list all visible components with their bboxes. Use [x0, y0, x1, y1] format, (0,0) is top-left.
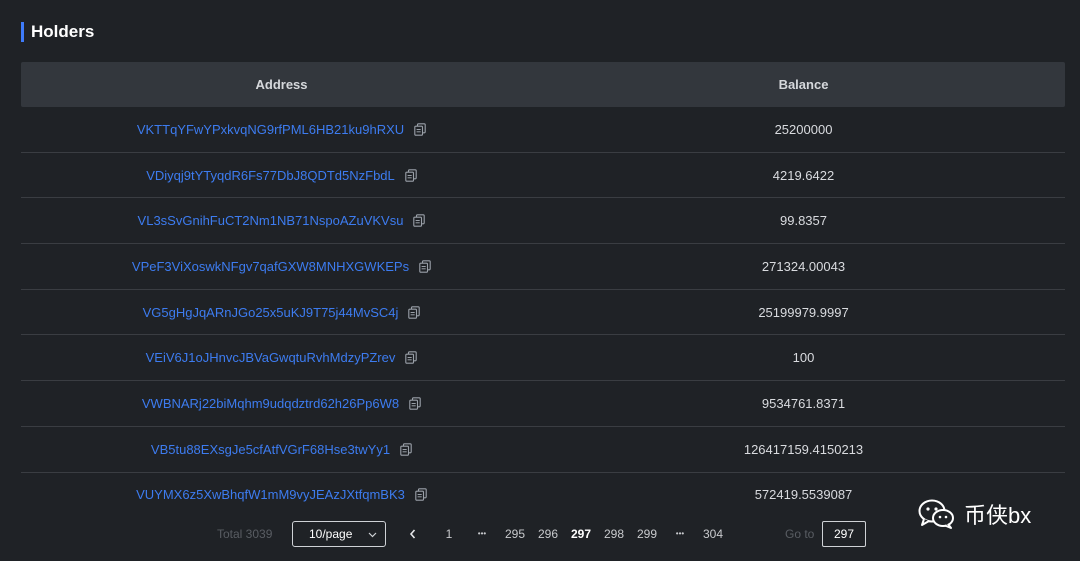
copy-icon[interactable]	[408, 305, 421, 319]
balance-cell: 25200000	[774, 121, 833, 137]
table-row: VEiV6J1oJHnvcJBVaGwqtuRvhMdzyPZrev 100	[21, 335, 1065, 382]
copy-icon[interactable]	[414, 123, 426, 136]
watermark-text: 币侠bx	[964, 503, 1032, 528]
address-cell: VWBNARj22biMqhm9udqdztrd62h26Pp6W8	[21, 396, 542, 411]
page-number-304[interactable]: 304	[698, 521, 728, 547]
address-cell: VUYMX6z5XwBhqfW1mM9vyJEAzJXtfqmBK3	[21, 487, 542, 502]
balance-cell: 100	[792, 350, 815, 366]
prev-page-button[interactable]	[407, 521, 419, 547]
table-row: VPeF3ViXoswkNFgv7qafGXW8MNHXGWKEPs 271324…	[21, 244, 1065, 290]
address-cell: VEiV6J1oJHnvcJBVaGwqtuRvhMdzyPZrev	[21, 350, 542, 365]
address-link[interactable]: VWBNARj22biMqhm9udqdztrd62h26Pp6W8	[142, 396, 399, 411]
wechat-icon	[918, 499, 954, 529]
copy-icon[interactable]	[400, 442, 412, 456]
address-link[interactable]: VDiyqj9tYTyqdR6Fs77DbJ8QDTd5NzFbdL	[146, 168, 395, 183]
page-size-value: 10/page	[309, 527, 353, 541]
address-cell: VKTTqYFwYPxkvqNG9rfPML6HB21ku9hRXU	[21, 122, 542, 137]
copy-icon[interactable]	[415, 488, 427, 502]
address-cell: VG5gHgJqARnJGo25x5uKJ9T75j44MvSC4j	[21, 305, 542, 320]
address-cell: VDiyqj9tYTyqdR6Fs77DbJ8QDTd5NzFbdL	[21, 168, 542, 183]
page-ellipsis[interactable]: •••	[467, 521, 497, 547]
page-number-295[interactable]: 295	[500, 521, 530, 547]
table-header: Address Balance	[21, 62, 1065, 107]
table-row: VWBNARj22biMqhm9udqdztrd62h26Pp6W8 953476…	[21, 381, 1065, 427]
copy-icon[interactable]	[409, 397, 421, 410]
table-row: VL3sSvGnihFuCT2Nm1NB71NspoAZuVKVsu 99.835…	[21, 198, 1065, 245]
balance-cell: 4219.6422	[772, 167, 835, 183]
balance-cell: 271324.00043	[761, 258, 846, 274]
table-row: VDiyqj9tYTyqdR6Fs77DbJ8QDTd5NzFbdL 4219.6…	[21, 153, 1065, 199]
section-title-text: Holders	[31, 22, 95, 41]
address-link[interactable]: VB5tu88EXsgJe5cfAtfVGrF68Hse3twYy1	[151, 442, 390, 457]
balance-cell: 126417159.4150213	[743, 441, 864, 457]
table-row: VG5gHgJqARnJGo25x5uKJ9T75j44MvSC4j 251999…	[21, 290, 1065, 336]
total-count: Total 3039	[217, 527, 273, 541]
holders-table: Address Balance VKTTqYFwYPxkvqNG9rfPML6H…	[21, 62, 1065, 517]
section-title: Holders	[21, 22, 94, 42]
balance-cell: 9534761.8371	[761, 395, 846, 411]
watermark: 币侠bx	[918, 497, 1031, 531]
address-cell: VB5tu88EXsgJe5cfAtfVGrF68Hse3twYy1	[21, 442, 542, 457]
table-body: VKTTqYFwYPxkvqNG9rfPML6HB21ku9hRXU 252000…	[21, 107, 1065, 517]
page-number-296[interactable]: 296	[533, 521, 563, 547]
address-link[interactable]: VUYMX6z5XwBhqfW1mM9vyJEAzJXtfqmBK3	[136, 487, 405, 502]
chevron-left-icon	[409, 529, 416, 539]
goto-page-input[interactable]	[822, 521, 866, 547]
address-link[interactable]: VEiV6J1oJHnvcJBVaGwqtuRvhMdzyPZrev	[146, 350, 396, 365]
address-link[interactable]: VKTTqYFwYPxkvqNG9rfPML6HB21ku9hRXU	[137, 122, 404, 137]
page-ellipsis[interactable]: •••	[665, 521, 695, 547]
page-number-297[interactable]: 297	[566, 521, 596, 547]
copy-icon[interactable]	[405, 168, 417, 182]
goto-label: Go to	[785, 527, 815, 541]
table-row: VB5tu88EXsgJe5cfAtfVGrF68Hse3twYy1 126417…	[21, 427, 1065, 473]
chevron-down-icon	[368, 522, 377, 556]
balance-cell: 25199979.9997	[758, 304, 849, 320]
page-number-1[interactable]: 1	[434, 521, 464, 547]
copy-icon[interactable]	[405, 351, 418, 365]
column-header-balance: Balance	[778, 77, 829, 92]
address-link[interactable]: VL3sSvGnihFuCT2Nm1NB71NspoAZuVKVsu	[138, 213, 404, 228]
address-link[interactable]: VPeF3ViXoswkNFgv7qafGXW8MNHXGWKEPs	[132, 259, 409, 274]
copy-icon[interactable]	[419, 260, 431, 273]
address-cell: VPeF3ViXoswkNFgv7qafGXW8MNHXGWKEPs	[21, 259, 542, 274]
address-cell: VL3sSvGnihFuCT2Nm1NB71NspoAZuVKVsu	[21, 213, 542, 228]
table-row: VUYMX6z5XwBhqfW1mM9vyJEAzJXtfqmBK3 572419…	[21, 473, 1065, 518]
page-number-298[interactable]: 298	[599, 521, 629, 547]
address-link[interactable]: VG5gHgJqARnJGo25x5uKJ9T75j44MvSC4j	[143, 305, 399, 320]
copy-icon[interactable]	[413, 214, 426, 227]
title-accent-bar	[21, 22, 24, 42]
table-row: VKTTqYFwYPxkvqNG9rfPML6HB21ku9hRXU 252000…	[21, 107, 1065, 153]
page-number-299[interactable]: 299	[632, 521, 662, 547]
page-size-select[interactable]: 10/page	[292, 521, 386, 547]
balance-cell: 99.8357	[780, 213, 827, 229]
column-header-address: Address	[255, 77, 308, 92]
